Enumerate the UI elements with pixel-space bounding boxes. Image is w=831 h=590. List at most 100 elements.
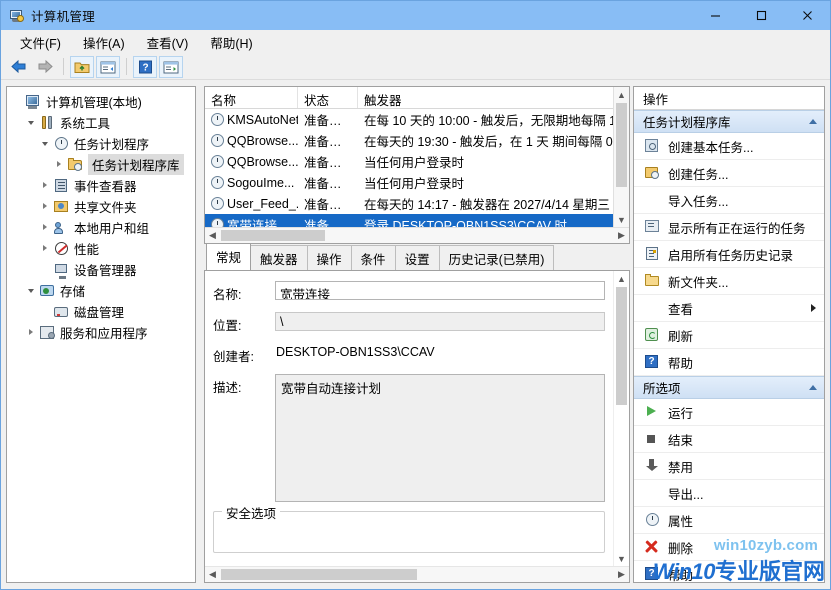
detail-vscroll-thumb[interactable] <box>616 287 627 405</box>
table-row[interactable]: KMSAutoNet准备就绪在每 10 天的 10:00 - 触发后，无限期地每… <box>205 109 629 130</box>
tab-5[interactable]: 历史记录(已禁用) <box>439 245 555 271</box>
actions-section-header-0[interactable]: 任务计划程序库 <box>634 110 824 133</box>
tab-3[interactable]: 条件 <box>351 245 396 271</box>
column-header-status[interactable]: 状态 <box>298 87 358 108</box>
scroll-right-icon[interactable]: ▶ <box>614 228 629 243</box>
table-row[interactable]: QQBrowse...准备就绪当任何用户登录时 <box>205 151 629 172</box>
tree-node-1[interactable]: 系统工具 <box>7 112 195 133</box>
tree-node-2[interactable]: 任务计划程序 <box>7 133 195 154</box>
vscroll-thumb[interactable] <box>616 103 627 187</box>
task-list-hscrollbar[interactable]: ◀ ▶ <box>205 227 629 243</box>
back-arrow-icon[interactable] <box>7 56 31 78</box>
forward-arrow-icon[interactable] <box>33 56 57 78</box>
menu-view[interactable]: 查看(V) <box>136 30 200 55</box>
action-item-0-7[interactable]: 刷新 <box>634 322 824 349</box>
tree-node-10[interactable]: 磁盘管理 <box>7 301 195 322</box>
scroll-up-icon[interactable]: ▲ <box>614 87 629 102</box>
action-item-label: 导入任务... <box>668 191 816 210</box>
tab-1[interactable]: 触发器 <box>250 245 308 271</box>
expand-chevron-icon[interactable] <box>51 159 67 170</box>
action-item-1-0[interactable]: 运行 <box>634 399 824 426</box>
scroll-left-icon[interactable]: ◀ <box>205 228 220 243</box>
collapse-caret-icon[interactable] <box>809 385 817 390</box>
action-item-1-1[interactable]: 结束 <box>634 426 824 453</box>
action-item-1-3[interactable]: 导出... <box>634 480 824 507</box>
action-item-0-0[interactable]: 创建基本任务... <box>634 133 824 160</box>
tree-node-8[interactable]: 设备管理器 <box>7 259 195 280</box>
task-clock-icon <box>211 155 224 168</box>
menu-help[interactable]: 帮助(H) <box>199 30 263 55</box>
expand-chevron-icon[interactable] <box>37 222 53 233</box>
detail-hscroll-thumb[interactable] <box>221 569 417 580</box>
action-item-0-8[interactable]: ?帮助 <box>634 349 824 376</box>
detail-hscrollbar[interactable]: ◀ ▶ <box>205 566 629 582</box>
tree-node-5[interactable]: 共享文件夹 <box>7 196 195 217</box>
expand-chevron-icon[interactable] <box>37 243 53 254</box>
actions-section-header-1[interactable]: 所选项 <box>634 376 824 399</box>
table-row[interactable]: User_Feed_...准备就绪在每天的 14:17 - 触发器在 2027/… <box>205 193 629 214</box>
help-icon[interactable]: ? <box>133 56 157 78</box>
actions-section-title: 所选项 <box>643 378 681 397</box>
action-item-label: 运行 <box>668 403 816 422</box>
table-row[interactable]: QQBrowse...准备就绪在每天的 19:30 - 触发后，在 1 天 期间… <box>205 130 629 151</box>
tab-2[interactable]: 操作 <box>307 245 352 271</box>
tree-node-4[interactable]: 事件查看器 <box>7 175 195 196</box>
tree-node-11[interactable]: 服务和应用程序 <box>7 322 195 343</box>
column-header-name[interactable]: 名称 <box>205 87 298 108</box>
tree-node-6[interactable]: 本地用户和组 <box>7 217 195 238</box>
expand-chevron-icon[interactable] <box>23 327 39 338</box>
action-item-0-4[interactable]: 启用所有任务历史记录 <box>634 241 824 268</box>
show-tree-icon[interactable] <box>96 56 120 78</box>
detail-vscrollbar[interactable]: ▲ ▼ <box>613 271 629 566</box>
hscroll-thumb[interactable] <box>221 230 325 241</box>
tree-node-label: 事件查看器 <box>74 176 137 195</box>
name-input[interactable]: 宽带连接 <box>275 281 605 300</box>
tab-0[interactable]: 常规 <box>206 243 251 270</box>
action-item-0-6[interactable]: 查看 <box>634 295 824 322</box>
detail-scroll-left-icon[interactable]: ◀ <box>205 567 220 582</box>
action-item-1-4[interactable]: 属性 <box>634 507 824 534</box>
collapse-chevron-icon[interactable] <box>23 117 39 128</box>
cell-trigger: 在每天的 19:30 - 触发后，在 1 天 期间每隔 0 <box>358 131 629 150</box>
menu-action[interactable]: 操作(A) <box>72 30 136 55</box>
tree-node-9[interactable]: 存储 <box>7 280 195 301</box>
detail-scroll-right-icon[interactable]: ▶ <box>614 567 629 582</box>
description-textarea[interactable]: 宽带自动连接计划 <box>275 374 605 502</box>
detail-tabs: 常规触发器操作条件设置历史记录(已禁用) <box>204 248 630 270</box>
maximize-button[interactable] <box>738 1 784 30</box>
none <box>644 192 661 208</box>
action-item-0-1[interactable]: 创建任务... <box>634 160 824 187</box>
tree-node-label: 设备管理器 <box>74 260 137 279</box>
cell-status: 准备就绪 <box>298 152 358 171</box>
column-header-trigger[interactable]: 触发器 <box>358 87 629 108</box>
tree-node-0[interactable]: 计算机管理(本地) <box>7 91 195 112</box>
menu-file[interactable]: 文件(F) <box>9 30 72 55</box>
window-title: 计算机管理 <box>31 6 95 25</box>
properties-icon[interactable] <box>159 56 183 78</box>
expand-chevron-icon[interactable] <box>37 201 53 212</box>
collapse-chevron-icon[interactable] <box>37 138 53 149</box>
collapse-chevron-icon[interactable] <box>23 285 39 296</box>
minimize-button[interactable] <box>692 1 738 30</box>
close-button[interactable] <box>784 1 830 30</box>
action-item-0-5[interactable]: 新文件夹... <box>634 268 824 295</box>
task-list-vscrollbar[interactable]: ▲ ▼ <box>613 87 629 227</box>
scroll-down-icon[interactable]: ▼ <box>614 212 629 227</box>
tree-node-7[interactable]: 性能 <box>7 238 195 259</box>
collapse-caret-icon[interactable] <box>809 119 817 124</box>
folder-up-icon[interactable] <box>70 56 94 78</box>
tree-splitter[interactable] <box>198 86 203 583</box>
tab-4[interactable]: 设置 <box>395 245 440 271</box>
detail-scroll-up-icon[interactable]: ▲ <box>614 271 629 286</box>
action-item-0-2[interactable]: 导入任务... <box>634 187 824 214</box>
table-row[interactable]: SogouIme...准备就绪当任何用户登录时 <box>205 172 629 193</box>
expand-chevron-icon[interactable] <box>37 180 53 191</box>
performance-icon <box>53 241 70 257</box>
detail-scroll-down-icon[interactable]: ▼ <box>614 551 629 566</box>
action-item-0-3[interactable]: 显示所有正在运行的任务 <box>634 214 824 241</box>
description-label: 描述: <box>213 374 275 396</box>
folder-clock-icon <box>67 157 84 173</box>
action-item-1-2[interactable]: 禁用 <box>634 453 824 480</box>
action-item-label: 启用所有任务历史记录 <box>668 245 816 264</box>
tree-node-3[interactable]: 任务计划程序库 <box>7 154 195 175</box>
